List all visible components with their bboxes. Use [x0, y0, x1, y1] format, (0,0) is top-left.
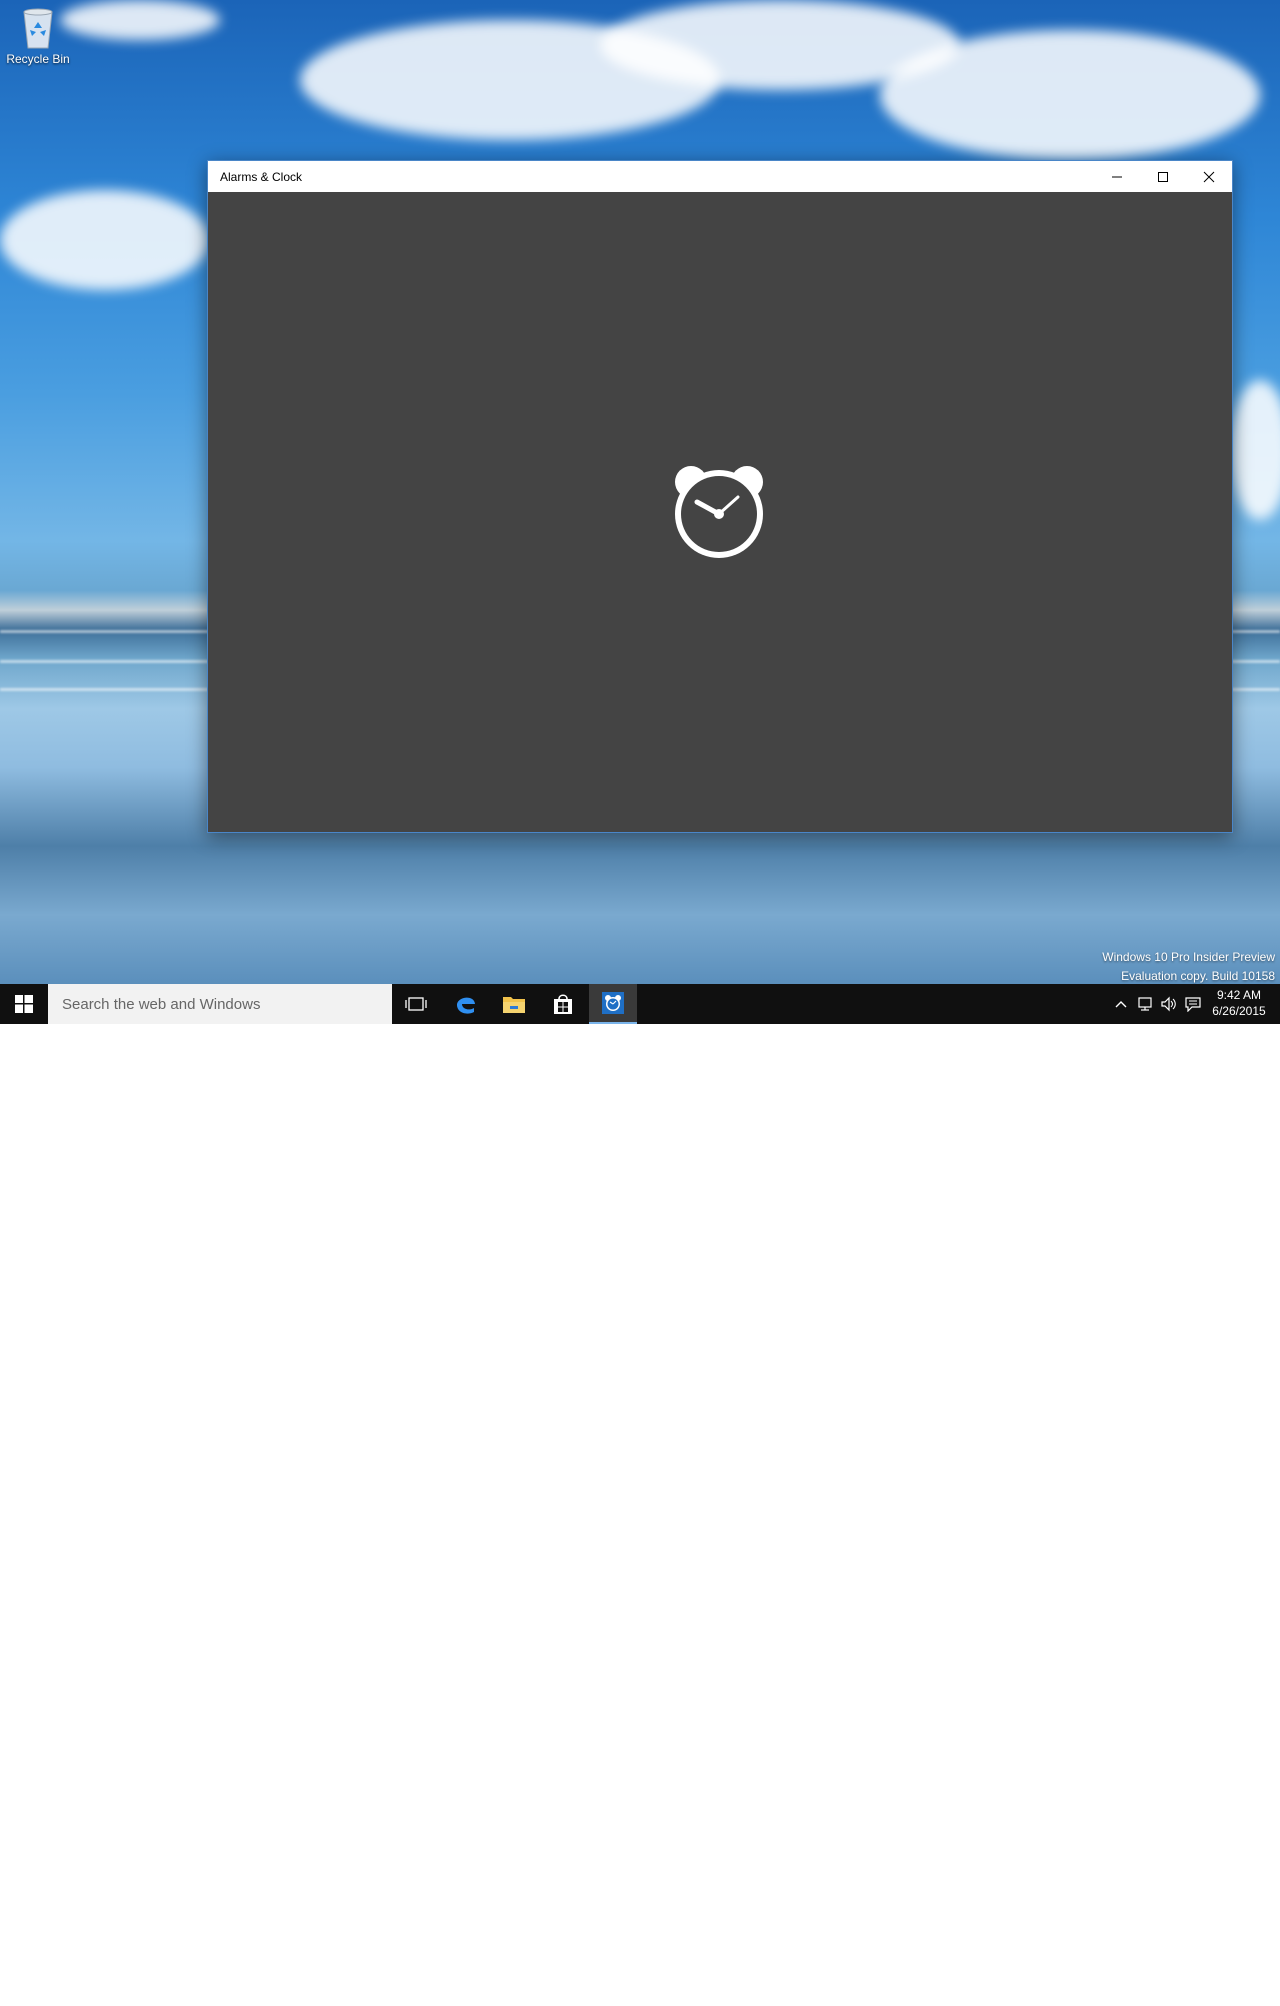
search-box[interactable] — [48, 984, 392, 1024]
wallpaper-cloud — [0, 190, 210, 290]
collection-book-watermark: The Collection Book — [1028, 1956, 1268, 2006]
close-button[interactable] — [1186, 161, 1232, 192]
taskbar-alarms-clock-button[interactable] — [589, 984, 637, 1024]
wallpaper-cloud — [1230, 380, 1280, 520]
search-input[interactable] — [60, 994, 384, 1014]
start-button[interactable] — [0, 984, 48, 1024]
task-view-button[interactable] — [392, 984, 440, 1024]
volume-icon[interactable] — [1160, 996, 1178, 1012]
maximize-button[interactable] — [1140, 161, 1186, 192]
clock-date: 6/26/2015 — [1212, 1004, 1266, 1018]
recycle-bin-icon — [18, 6, 58, 50]
recycle-bin-shortcut[interactable]: Recycle Bin — [2, 6, 74, 66]
title-bar[interactable]: Alarms & Clock — [208, 161, 1232, 192]
collection-book-text: The Collection Book — [1092, 1972, 1260, 1994]
minimize-icon — [1112, 176, 1122, 177]
window-title: Alarms & Clock — [220, 169, 303, 184]
network-icon[interactable] — [1136, 996, 1154, 1012]
file-explorer-icon — [503, 997, 525, 1013]
action-center-icon[interactable] — [1184, 996, 1202, 1012]
close-icon — [1203, 171, 1215, 182]
wallpaper-cloud — [60, 0, 220, 40]
clock-time: 9:42 AM — [1216, 988, 1262, 1002]
alarms-clock-icon — [602, 992, 624, 1014]
windows-build-watermark: Windows 10 Pro Insider Preview Evaluatio… — [1102, 948, 1275, 984]
minimize-button[interactable] — [1094, 161, 1140, 192]
windows-logo-icon — [15, 995, 33, 1013]
store-button[interactable] — [539, 984, 587, 1024]
store-icon — [554, 994, 572, 1014]
watermark-line-2: Evaluation copy. Build 10158 — [1121, 969, 1275, 983]
app-splash-screen — [208, 192, 1232, 832]
file-explorer-button[interactable] — [490, 984, 538, 1024]
taskbar: The Collection Book 9:42 AM 6/26/2015 — [0, 984, 1280, 2006]
taskbar-clock[interactable]: 9:42 AM 6/26/2015 — [1206, 987, 1272, 1019]
watermark-line-1: Windows 10 Pro Insider Preview — [1102, 950, 1275, 964]
chevron-up-icon[interactable] — [1112, 996, 1130, 1012]
alarms-clock-window: Alarms & Clock — [207, 160, 1233, 833]
wallpaper-cloud — [880, 30, 1260, 160]
recycle-bin-label: Recycle Bin — [6, 52, 70, 66]
book-logo-icon — [1033, 1962, 1078, 2006]
edge-button[interactable] — [442, 984, 490, 1024]
maximize-icon — [1158, 171, 1168, 182]
task-view-icon — [405, 997, 427, 1011]
alarm-clock-icon — [675, 466, 763, 558]
edge-icon — [457, 997, 475, 1014]
